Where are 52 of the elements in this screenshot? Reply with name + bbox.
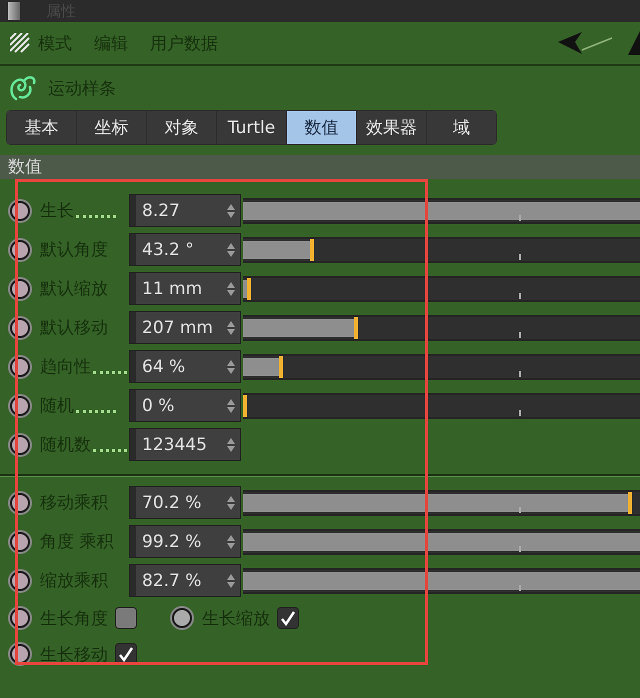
number-field[interactable]: 8.27 [130,195,240,226]
tab[interactable]: 对象 [147,111,216,144]
number-field[interactable]: 207 mm [130,312,240,343]
tab[interactable]: 坐标 [77,111,146,144]
slider-track[interactable] [243,490,640,516]
tab[interactable]: 基本 [7,111,76,144]
checkbox[interactable] [116,608,136,628]
slider-handle[interactable] [310,238,314,260]
slider-track[interactable] [243,236,640,262]
tab[interactable]: 域 [427,111,496,144]
spinner-arrows-icon[interactable] [226,280,236,296]
slider-handle[interactable] [628,492,632,514]
slider-track[interactable] [243,568,640,594]
section-header: 数值 [0,155,640,179]
slider-handle[interactable] [246,278,251,300]
back-arrow-icon[interactable] [558,30,614,56]
tab[interactable]: 效果器 [357,111,426,144]
spline-icon [8,73,38,103]
checkbox[interactable] [278,608,298,628]
slider-track[interactable] [243,198,640,224]
slider-track[interactable] [243,276,640,302]
tab[interactable]: 数值 [287,111,356,144]
slider-handle[interactable] [278,356,283,378]
number-field[interactable]: 82.7 % [130,565,240,596]
number-field[interactable]: 0 % [130,390,240,421]
number-field[interactable]: 64 % [130,351,240,382]
number-field[interactable]: 123445 [130,429,240,460]
number-field[interactable]: 43.2 ° [130,234,240,265]
spinner-arrows-icon[interactable] [226,436,236,452]
spinner-arrows-icon[interactable] [226,242,236,258]
number-field[interactable]: 99.2 % [130,526,240,557]
slider-track[interactable] [243,528,640,554]
spinner-arrows-icon[interactable] [226,534,236,550]
spinner-arrows-icon[interactable] [226,358,236,374]
window-icon [8,2,20,20]
spinner-arrows-icon[interactable] [226,202,236,218]
number-field[interactable]: 70.2 % [130,487,240,518]
spinner-arrows-icon[interactable] [226,494,236,510]
slider-track[interactable] [243,354,640,380]
grip-icon[interactable] [10,33,30,53]
spinner-arrows-icon[interactable] [226,320,236,336]
up-arrow-icon[interactable] [628,31,640,55]
slider-handle[interactable] [354,316,358,338]
checkbox[interactable] [116,644,136,664]
spinner-arrows-icon[interactable] [226,398,236,414]
keyframe-button[interactable] [172,608,192,628]
slider-track[interactable] [243,392,640,418]
slider-handle[interactable] [243,394,247,416]
slider-track[interactable] [243,314,640,340]
number-field[interactable]: 11 mm [130,273,240,304]
spinner-arrows-icon[interactable] [226,572,236,588]
tab[interactable]: Turtle [217,111,286,144]
